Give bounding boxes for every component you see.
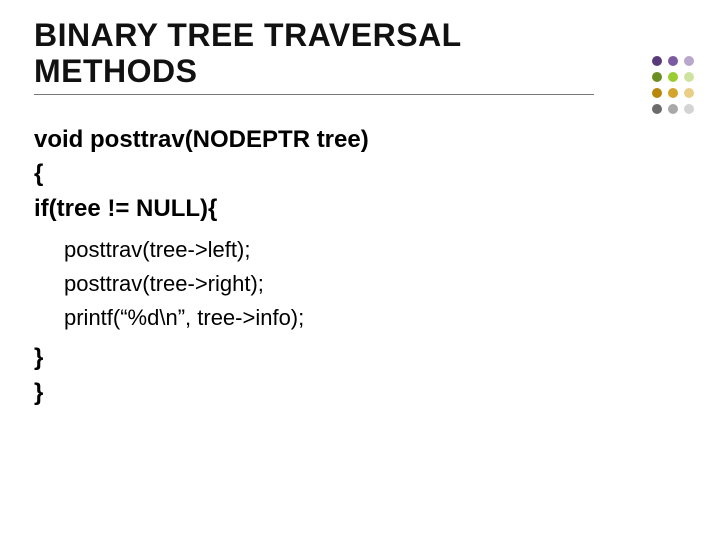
dot-icon [652, 104, 662, 114]
slide-title: BINARY TREE TRAVERSAL METHODS [34, 18, 594, 90]
code-line: void posttrav(NODEPTR tree) [34, 123, 686, 158]
dot-row [574, 56, 694, 66]
title-wrap: BINARY TREE TRAVERSAL METHODS [34, 18, 594, 95]
dot-icon [684, 72, 694, 82]
dot-row [574, 88, 694, 98]
code-line: } [34, 341, 686, 376]
code-block: void posttrav(NODEPTR tree) { if(tree !=… [34, 123, 686, 411]
code-line: posttrav(tree->right); [34, 267, 686, 301]
dot-icon [652, 56, 662, 66]
dot-icon [684, 88, 694, 98]
dot-icon [668, 88, 678, 98]
dot-icon [668, 56, 678, 66]
code-line: if(tree != NULL){ [34, 192, 686, 227]
slide: BINARY TREE TRAVERSAL METHODS void postt… [0, 0, 720, 540]
dot-row [574, 104, 694, 114]
dot-row [574, 72, 694, 82]
corner-decor [574, 56, 694, 120]
code-line: } [34, 376, 686, 411]
code-line: posttrav(tree->left); [34, 233, 686, 267]
dot-icon [652, 88, 662, 98]
dot-icon [668, 104, 678, 114]
dot-icon [684, 56, 694, 66]
code-line: printf(“%d\n”, tree->info); [34, 301, 686, 335]
dot-icon [652, 72, 662, 82]
code-line: { [34, 157, 686, 192]
dot-icon [668, 72, 678, 82]
dot-icon [684, 104, 694, 114]
